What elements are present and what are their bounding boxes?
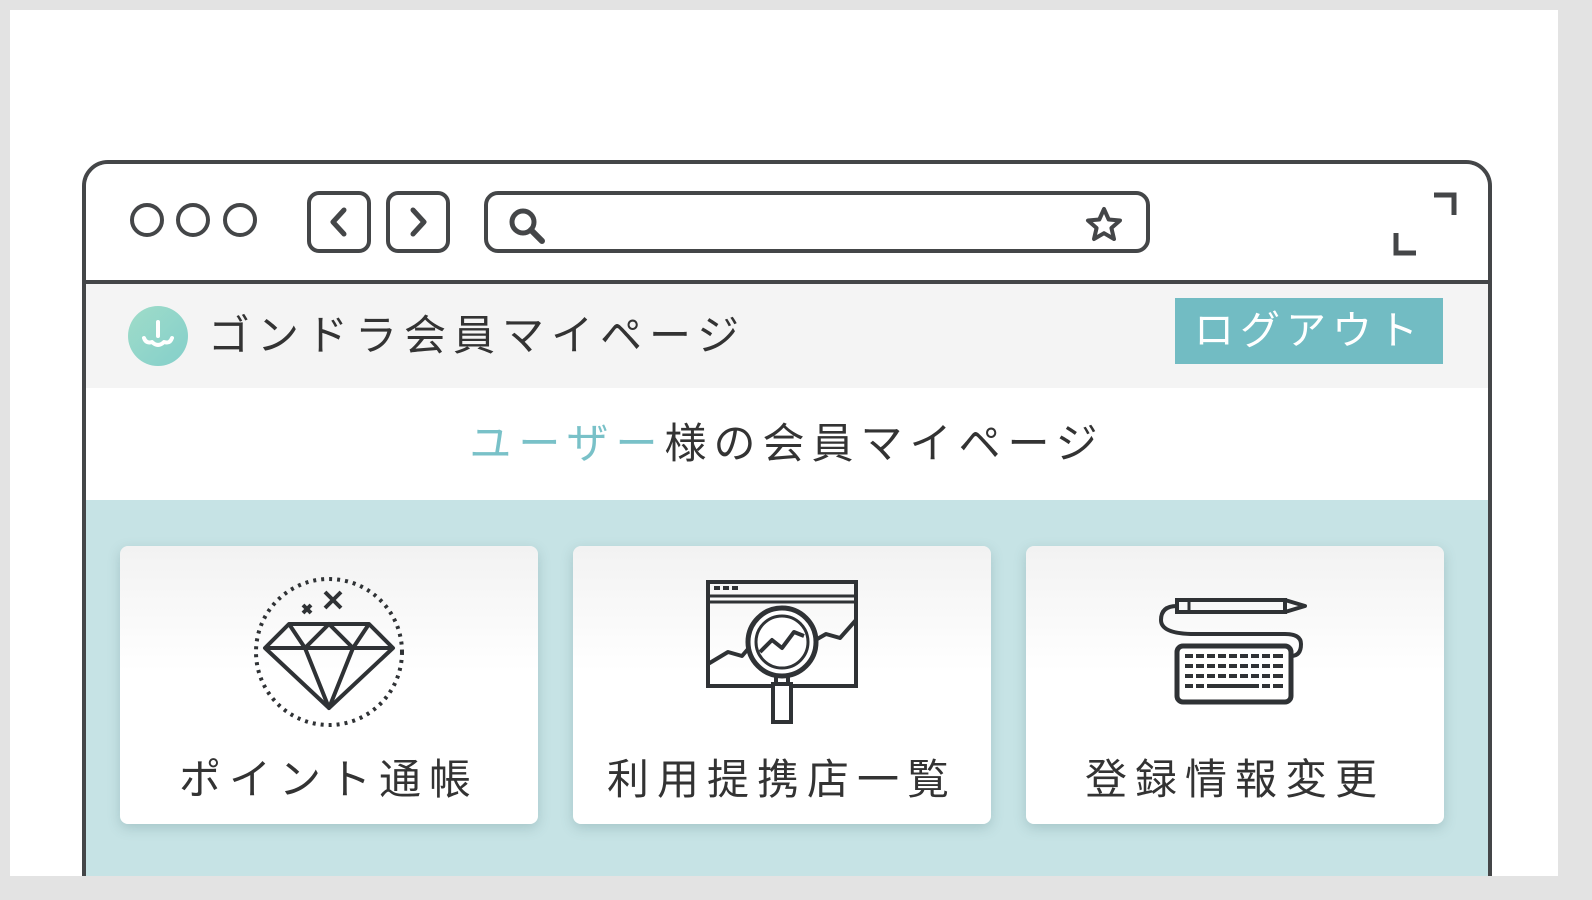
chevron-left-icon	[330, 207, 347, 237]
logout-button[interactable]: ログアウト	[1175, 298, 1443, 364]
fullscreen-icon[interactable]	[1392, 191, 1458, 257]
browser-window: ゴンドラ会員マイページ ログアウト ユーザー様の会員マイページ ポイント通帳 利…	[82, 160, 1492, 876]
forward-button[interactable]	[386, 191, 450, 253]
menu-card-point-book[interactable]: ポイント通帳	[120, 546, 538, 824]
menu-label-partner-stores: 利用提携店一覧	[606, 755, 957, 804]
welcome-heading: ユーザー様の会員マイページ	[86, 388, 1488, 500]
menu-label-profile-edit: 登録情報変更	[1084, 755, 1385, 804]
window-control-close[interactable]	[130, 203, 164, 237]
browser-toolbar	[86, 164, 1488, 284]
search-icon	[509, 208, 545, 244]
chevron-right-icon	[410, 207, 427, 237]
keyboard-pen-icon	[1158, 598, 1307, 705]
smile-logo-icon	[142, 320, 174, 347]
welcome-suffix: 様の会員マイページ	[664, 419, 1105, 468]
back-button[interactable]	[307, 191, 371, 253]
menu-card-partner-stores[interactable]: 利用提携店一覧	[573, 546, 991, 824]
menu-label-point-book: ポイント通帳	[178, 755, 479, 804]
site-header: ゴンドラ会員マイページ ログアウト	[86, 284, 1488, 388]
menu-card-profile-edit[interactable]: 登録情報変更	[1026, 546, 1444, 824]
address-bar[interactable]	[484, 191, 1150, 253]
window-control-minimize[interactable]	[176, 203, 210, 237]
user-name: ユーザー	[469, 419, 665, 468]
menu-area: ポイント通帳 利用提携店一覧 登録情報変更	[86, 500, 1488, 876]
diamond-icon	[254, 577, 404, 727]
site-title: ゴンドラ会員マイページ	[208, 311, 747, 360]
analytics-search-icon	[706, 580, 858, 724]
window-control-maximize[interactable]	[223, 203, 257, 237]
site-logo[interactable]	[128, 306, 188, 366]
bookmark-star-icon[interactable]	[1084, 205, 1124, 245]
canvas: ゴンドラ会員マイページ ログアウト ユーザー様の会員マイページ ポイント通帳 利…	[10, 10, 1558, 876]
